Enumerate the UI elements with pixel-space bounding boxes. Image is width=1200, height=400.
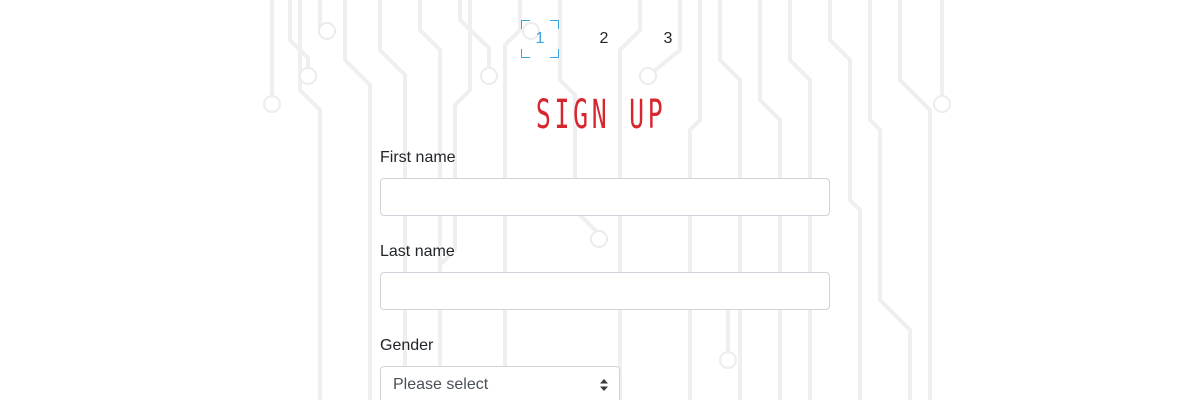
step-indicator: 1 2 3	[521, 20, 687, 58]
gender-select-value: Please select	[393, 376, 489, 393]
last-name-label: Last name	[380, 243, 455, 260]
step-label: 1	[535, 30, 545, 47]
first-name-label: First name	[380, 149, 456, 166]
page-title: SIGN UP	[535, 92, 667, 138]
corner-bracket-icon	[521, 20, 530, 29]
step-2[interactable]: 2	[585, 20, 623, 58]
step-1[interactable]: 1	[521, 20, 559, 58]
step-label: 2	[599, 30, 609, 47]
step-3[interactable]: 3	[649, 20, 687, 58]
corner-bracket-icon	[550, 20, 559, 29]
corner-bracket-icon	[550, 49, 559, 58]
signup-page: 1 2 3 SIGN UP First name Last name Gende…	[0, 0, 1200, 400]
last-name-input[interactable]	[380, 272, 830, 310]
select-arrows-icon	[600, 379, 608, 391]
corner-bracket-icon	[521, 49, 530, 58]
first-name-input[interactable]	[380, 178, 830, 216]
signup-form: First name Last name Gender Please selec…	[380, 148, 830, 400]
gender-label: Gender	[380, 337, 434, 354]
gender-select[interactable]: Please select	[380, 366, 620, 400]
step-label: 3	[663, 30, 673, 47]
